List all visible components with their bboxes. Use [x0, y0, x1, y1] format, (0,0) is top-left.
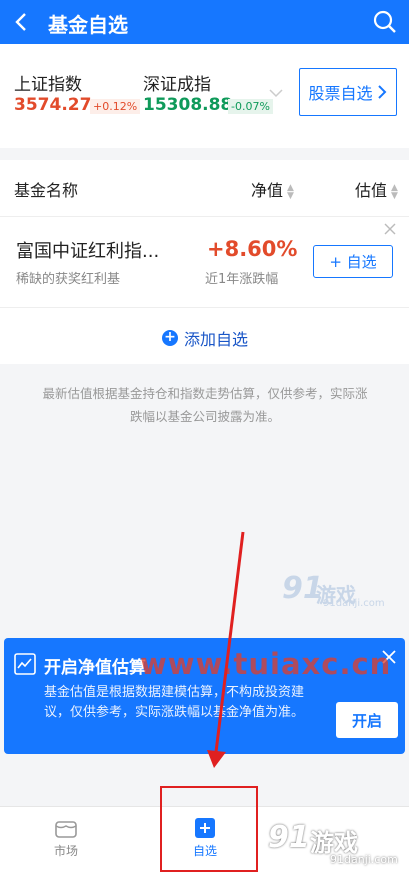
enable-estimate-button[interactable]: 开启 [336, 702, 398, 738]
index-value-sh: 3574.27 [14, 95, 92, 115]
nav-market-label: 市场 [53, 844, 78, 858]
disclaimer-text: 最新估值根据基金持仓和指数走势估算，仅供参考，实际涨跌幅以基金公司披露为准。 [42, 386, 368, 424]
add-watchlist-row[interactable]: + 添加自选 [0, 308, 409, 364]
sort-icon: ▲ ▼ [287, 182, 294, 201]
plus-circle-icon: + [162, 330, 178, 346]
sort-icon: ▲ ▼ [391, 182, 398, 201]
chevron-down-icon[interactable] [268, 88, 284, 98]
nav-market[interactable]: 市场 [26, 817, 106, 859]
col-estimate-label: 估值 [355, 181, 388, 200]
index-change-sz: -0.07% [228, 99, 273, 114]
page-title: 基金自选 [48, 13, 128, 37]
fund-name: 富国中证红利指... [16, 241, 160, 262]
index-name-sz: 深证成指 [143, 75, 211, 95]
col-nav[interactable]: 净值 ▲ ▼ [251, 177, 294, 201]
index-name-sh: 上证指数 [14, 75, 82, 95]
chart-line-icon [14, 653, 36, 675]
index-value-sz: 15308.88 [143, 95, 233, 115]
banner-text: 基金估值是根据数据建模估算，不构成投资建议，仅供参考，实际涨跌幅以基金净值为准。 [44, 685, 305, 720]
stock-watchlist-label: 股票自选 [308, 84, 373, 103]
fund-subtitle: 稀缺的获奖红利基 [16, 272, 121, 287]
overlay-watermark: www.tuiaxc.cn [140, 647, 392, 681]
stock-watchlist-button[interactable]: 股票自选 [299, 68, 397, 116]
watermark-bottom-logo: 91 [268, 820, 310, 855]
col-nav-label: 净值 [251, 181, 284, 200]
fund-table-header: 基金名称 净值 ▲ ▼ 估值 ▲ ▼ [0, 160, 409, 217]
top-bar: 基金自选 [0, 0, 409, 44]
back-arrow-icon[interactable] [8, 8, 36, 36]
banner-title: 开启净值估算 [44, 658, 146, 678]
col-fund-name: 基金名称 [14, 181, 79, 200]
annotation-highlight-box [160, 786, 258, 872]
watermark-url: 91danji.com [323, 598, 385, 609]
col-estimate[interactable]: 估值 ▲ ▼ [355, 177, 398, 201]
add-watchlist-link[interactable]: + 添加自选 [162, 326, 248, 350]
add-watchlist-label: 添加自选 [184, 330, 249, 349]
search-icon[interactable] [371, 8, 399, 36]
close-icon[interactable] [382, 221, 398, 237]
index-change-sh: +0.12% [90, 99, 141, 114]
store-icon [55, 821, 77, 838]
add-to-watchlist-button[interactable]: + 自选 [313, 245, 393, 278]
chevron-right-icon [377, 85, 386, 99]
fund-return: +8.60% [207, 237, 298, 261]
fund-return-label: 近1年涨跌幅 [205, 272, 279, 287]
watermark-bottom-url: 91danji.com [330, 853, 398, 866]
